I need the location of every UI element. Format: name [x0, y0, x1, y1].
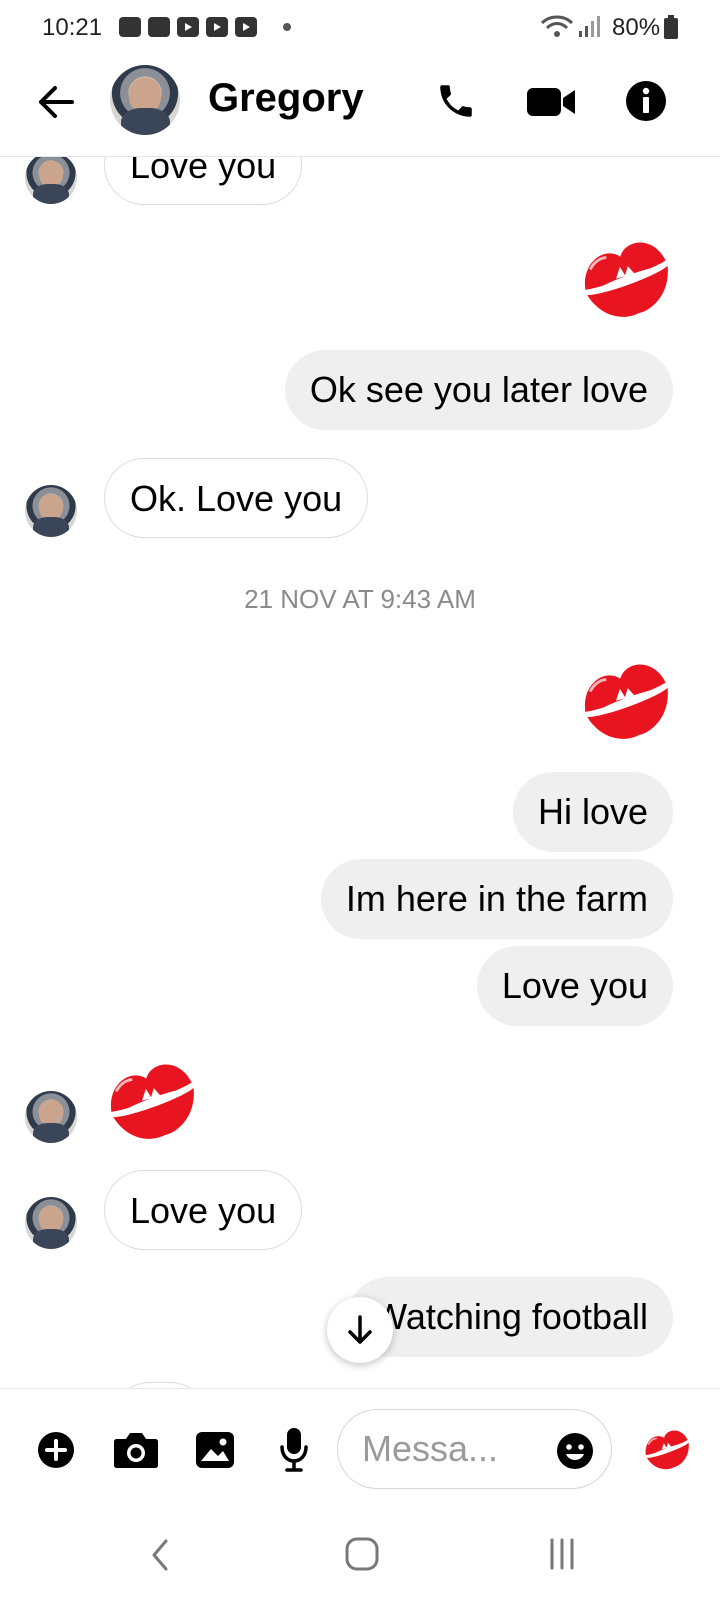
arrow-down-icon	[348, 1315, 372, 1344]
status-time: 10:21	[42, 14, 103, 41]
kiss-mark-icon[interactable]	[578, 658, 674, 742]
nav-recents-icon[interactable]	[547, 1538, 577, 1570]
message-bubble-sent[interactable]: Love you	[476, 946, 673, 1026]
message-composer: Messa...	[0, 1388, 720, 1509]
info-icon[interactable]	[625, 80, 667, 122]
contact-name[interactable]: Gregory	[208, 76, 364, 121]
emoji-icon[interactable]	[556, 1432, 594, 1470]
sender-avatar	[25, 485, 77, 537]
phone-icon[interactable]	[435, 80, 477, 122]
message-bubble-sent[interactable]: Im here in the farm	[320, 859, 673, 939]
message-bubble-sent[interactable]: Ok see you later love	[284, 350, 673, 430]
message-bubble-sent[interactable]: Hi love	[512, 772, 673, 852]
scroll-to-bottom-button[interactable]	[327, 1297, 393, 1363]
message-bubble-received[interactable]: Love you	[104, 1170, 303, 1250]
status-bar: 10:21 80%	[0, 0, 720, 52]
battery-percentage: 80%	[612, 14, 661, 41]
chat-header: Gregory	[0, 52, 720, 157]
message-bubble-sent[interactable]: Watching football	[348, 1277, 673, 1357]
shopping-bag-icon	[119, 17, 141, 37]
kiss-mark-icon[interactable]	[578, 236, 674, 320]
message-input[interactable]: Messa...	[337, 1409, 612, 1489]
contact-avatar[interactable]	[110, 65, 180, 135]
youtube-icon	[206, 17, 228, 37]
microphone-icon[interactable]	[279, 1427, 309, 1473]
folder-icon	[148, 17, 170, 37]
gallery-icon[interactable]	[195, 1431, 235, 1469]
signal-icon	[579, 16, 600, 37]
message-input-placeholder: Messa...	[362, 1428, 499, 1469]
nav-back-icon[interactable]	[150, 1538, 170, 1572]
battery-icon	[664, 15, 678, 39]
wifi-icon	[540, 15, 574, 37]
youtube-icon	[177, 17, 199, 37]
nav-home-icon[interactable]	[344, 1536, 380, 1572]
back-arrow-icon[interactable]	[36, 82, 76, 122]
plus-icon[interactable]	[37, 1431, 75, 1469]
camera-icon[interactable]	[113, 1431, 159, 1469]
system-nav-bar	[0, 1508, 720, 1600]
notification-dot	[283, 23, 291, 31]
sender-avatar	[25, 1197, 77, 1249]
video-call-icon[interactable]	[527, 86, 577, 118]
sender-avatar	[25, 1091, 77, 1143]
youtube-icon	[235, 17, 257, 37]
message-bubble-received[interactable]: Ok. Love you	[104, 458, 369, 538]
kiss-mark-quick-reaction-icon[interactable]	[642, 1427, 692, 1471]
kiss-mark-icon[interactable]	[104, 1058, 200, 1142]
message-timestamp: 21 NOV AT 9:43 AM	[244, 584, 476, 614]
sender-avatar	[25, 152, 77, 204]
